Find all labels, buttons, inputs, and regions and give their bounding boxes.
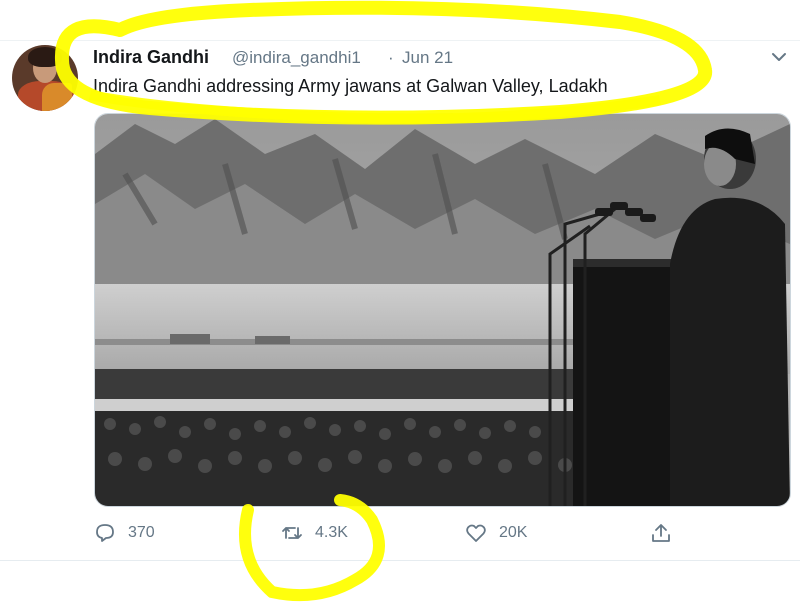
reply-icon xyxy=(96,524,114,542)
like-count: 20K xyxy=(499,524,528,541)
share-button[interactable] xyxy=(650,520,672,546)
retweet-count: 4.3K xyxy=(315,524,348,541)
divider xyxy=(0,560,800,561)
reply-count: 370 xyxy=(128,524,155,541)
retweet-icon xyxy=(282,527,302,539)
avatar[interactable] xyxy=(12,45,78,111)
chevron-down-icon[interactable] xyxy=(768,46,790,68)
tweet-photo[interactable] xyxy=(94,113,791,507)
reply-button[interactable]: 370 xyxy=(94,520,155,546)
tweet-text: Indira Gandhi addressing Army jawans at … xyxy=(93,76,608,96)
like-button[interactable]: 20K xyxy=(465,520,527,546)
separator-dot: · xyxy=(388,48,394,67)
divider xyxy=(0,40,800,41)
black-and-white-photo-icon xyxy=(95,114,790,506)
share-icon xyxy=(652,524,670,542)
retweet-button[interactable]: 4.3K xyxy=(281,520,348,546)
tweet-date[interactable]: Jun 21 xyxy=(402,48,453,68)
heart-icon xyxy=(466,524,486,542)
tweet[interactable]: Indira Gandhi @indira_gandhi1 · Jun 21 I… xyxy=(0,0,800,604)
author-handle[interactable]: @indira_gandhi1 xyxy=(232,48,361,68)
author-name[interactable]: Indira Gandhi xyxy=(93,47,209,68)
